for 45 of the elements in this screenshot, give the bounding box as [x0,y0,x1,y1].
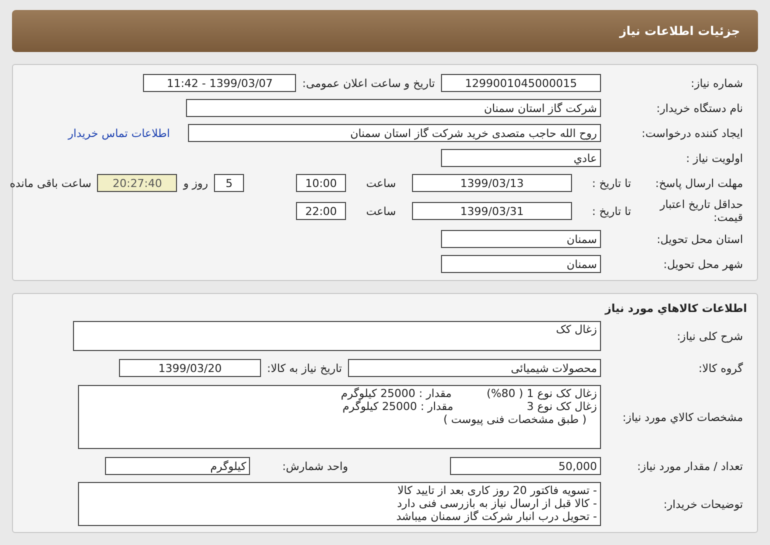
field-label: حداقل تاریخ اعتبار قیمت: [658,198,744,224]
field-label: روز و [183,176,208,190]
field-label: ساعت [366,204,396,218]
notes-box: - تسویه فاکتور 20 روز کاری بعد از تایید کالا - کالا قبل از ارسال نیاز به بازرسی فنی دارد - تحویل درب انبار شرکت گاز سمنان میباشد [78,482,601,526]
field-label: شرح کلی نیاز: [676,330,744,342]
announce-date-field: 1399/03/07 - 11:42 [143,74,296,92]
field-label: مهلت ارسال پاسخ: [654,176,744,190]
field-label: شهر محل تحویل: [662,258,744,270]
date-field: 1399/03/31 [412,202,572,220]
time-field: 10:00 [296,174,346,192]
field-label: مشخصات کالاي مورد نیاز: [621,410,744,424]
days-field: 5 [214,174,244,192]
need-number-field: 1299001045000015 [441,74,601,92]
unit-field: کیلوگرم [105,457,250,475]
field-label: توضیحات خریدار: [662,498,744,510]
description-box: زغال کک [73,321,601,351]
field-label: ساعت باقی مانده [10,176,92,190]
field-label: تاریخ نیاز به کالا: [267,362,342,374]
field-label: استان محل تحویل: [656,232,744,246]
field-label: تا تاریخ : [592,176,631,190]
city-field: سمنان [441,255,601,273]
specs-box: زغال کک نوع 1 ( 80%) مقدار : 25000 کیلوگرم زغال کک نوع 3 مقدار : 25000 کیلوگرم ( طبق مشخصات فنی پیوست ) [78,385,601,449]
field-label: ساعت [366,176,396,190]
page-title: جزئیات اطلاعات نیاز [619,24,740,38]
section-title: اطلاعات کالاهاي مورد نیاز [604,302,748,315]
remaining-time-field: 20:27:40 [97,174,178,192]
quantity-field: 50,000 [450,457,601,475]
buyer-contact-link[interactable]: اطلاعات تماس خریدار [68,126,170,140]
field-label: تعداد / مقدار مورد نیاز: [636,460,744,472]
need-date-field: 1399/03/20 [119,359,262,377]
province-field: سمنان [441,230,601,248]
field-label: ایجاد کننده درخواست: [640,126,744,140]
date-field: 1399/03/13 [412,174,572,192]
field-label: نام دستگاه خریدار: [655,102,744,114]
buyer-field: شرکت گاز استان سمنان [186,99,601,117]
priority-field: عادي [441,149,601,167]
creator-field: روح الله حاجب متصدی خرید شرکت گاز استان سمنان [188,124,601,142]
field-label: واحد شمارش: [282,460,348,472]
field-label: تا تاریخ : [592,204,631,218]
time-field: 22:00 [296,202,346,220]
field-label: شماره نیاز: [690,76,744,90]
field-label: گروه کالا: [698,362,744,374]
goods-group-field: محصولات شیمیائی [348,359,601,377]
field-label: اولویت نیاز : [684,152,744,164]
field-label: تاریخ و ساعت اعلان عمومی: [302,76,435,90]
